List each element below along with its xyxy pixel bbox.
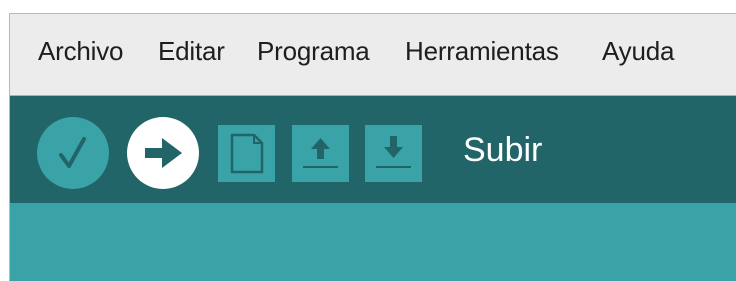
menu-bar: Archivo Editar Programa Herramientas Ayu… xyxy=(10,14,736,96)
menu-programa[interactable]: Programa xyxy=(257,36,370,67)
ide-window: Archivo Editar Programa Herramientas Ayu… xyxy=(9,13,736,281)
menu-archivo[interactable]: Archivo xyxy=(38,36,123,67)
verify-button[interactable] xyxy=(37,117,109,189)
download-arrow-icon xyxy=(365,125,422,182)
editor-tabs-area xyxy=(10,203,736,281)
upload-button[interactable] xyxy=(127,117,199,189)
menu-editar[interactable]: Editar xyxy=(158,36,225,67)
menu-ayuda[interactable]: Ayuda xyxy=(602,36,674,67)
new-button[interactable] xyxy=(218,125,275,182)
upload-arrow-icon xyxy=(292,125,349,182)
toolbar: Subir xyxy=(10,96,736,203)
new-file-icon xyxy=(218,125,275,182)
arrow-right-icon xyxy=(127,117,199,189)
toolbar-status-label: Subir xyxy=(463,131,543,169)
menu-herramientas[interactable]: Herramientas xyxy=(405,36,559,67)
save-button[interactable] xyxy=(365,125,422,182)
checkmark-icon xyxy=(37,117,109,189)
open-button[interactable] xyxy=(292,125,349,182)
